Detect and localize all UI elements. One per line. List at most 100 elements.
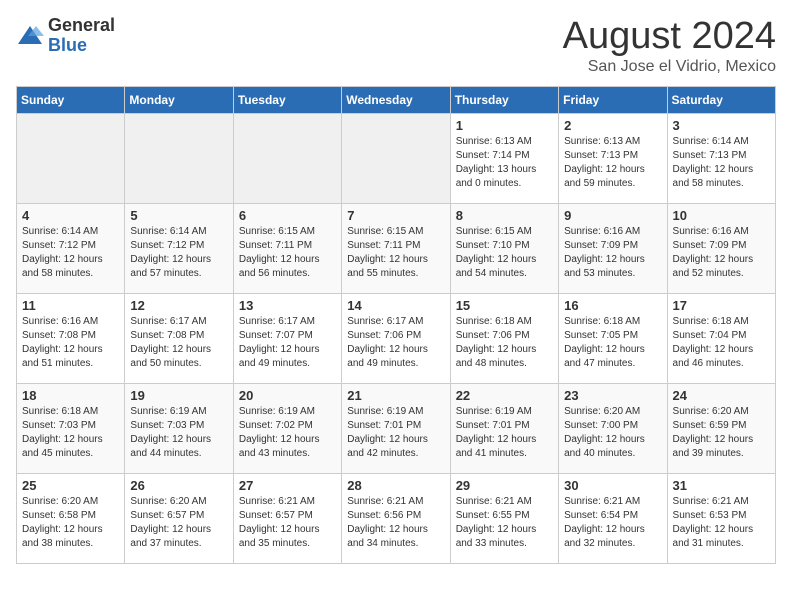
day-info: Sunrise: 6:19 AM Sunset: 7:03 PM Dayligh… [130, 405, 227, 461]
day-number: 9 [564, 208, 661, 223]
calendar-cell: 13 Sunrise: 6:17 AM Sunset: 7:07 PM Dayli… [233, 293, 341, 383]
day-number: 5 [130, 208, 227, 223]
calendar-cell: 22Sunrise: 6:19 AM Sunset: 7:01 PM Dayli… [450, 383, 558, 473]
calendar-cell: 30 Sunrise: 6:21 AM Sunset: 6:54 PM Dayli… [559, 473, 667, 563]
day-info: Sunrise: 6:13 AM Sunset: 7:13 PM Dayligh… [564, 135, 661, 191]
day-number: 2 [564, 118, 661, 133]
calendar-table: SundayMondayTuesdayWednesdayThursdayFrid… [16, 86, 776, 564]
calendar-cell: 12 Sunrise: 6:17 AM Sunset: 7:08 PM Dayli… [125, 293, 233, 383]
day-info: Sunrise: 6:16 AM Sunset: 7:09 PM Dayligh… [673, 225, 770, 281]
day-info: Sunrise: 6:16 AM Sunset: 7:09 PM Dayligh… [564, 225, 661, 281]
calendar-cell: 5 Sunrise: 6:14 AM Sunset: 7:12 PM Daylig… [125, 203, 233, 293]
day-number: 1 [456, 118, 553, 133]
calendar-week-row-2: 4 Sunrise: 6:14 AM Sunset: 7:12 PM Daylig… [17, 203, 776, 293]
day-number: 12 [130, 298, 227, 313]
day-info: Sunrise: 6:19 AM Sunset: 7:01 PM Dayligh… [456, 405, 553, 461]
calendar-cell: 31 Sunrise: 6:21 AM Sunset: 6:53 PM Dayli… [667, 473, 775, 563]
calendar-cell: 6 Sunrise: 6:15 AM Sunset: 7:11 PM Daylig… [233, 203, 341, 293]
calendar-cell: 29 Sunrise: 6:21 AM Sunset: 6:55 PM Dayli… [450, 473, 558, 563]
calendar-cell: 24Sunrise: 6:20 AM Sunset: 6:59 PM Dayli… [667, 383, 775, 473]
calendar-cell: 16 Sunrise: 6:18 AM Sunset: 7:05 PM Dayli… [559, 293, 667, 383]
day-number: 27 [239, 478, 336, 493]
calendar-cell: 4Sunrise: 6:14 AM Sunset: 7:12 PM Daylig… [17, 203, 125, 293]
logo-icon [16, 22, 44, 50]
weekday-header-sunday: Sunday [17, 86, 125, 113]
day-number: 6 [239, 208, 336, 223]
logo-general-text: General [48, 16, 115, 36]
calendar-cell: 26Sunrise: 6:20 AM Sunset: 6:57 PM Dayli… [125, 473, 233, 563]
weekday-header-monday: Monday [125, 86, 233, 113]
calendar-cell: 11 Sunrise: 6:16 AM Sunset: 7:08 PM Dayli… [17, 293, 125, 383]
day-number: 11 [22, 298, 119, 313]
day-info: Sunrise: 6:20 AM Sunset: 6:58 PM Dayligh… [22, 495, 119, 551]
day-number: 16 [564, 298, 661, 313]
calendar-cell: 3 Sunrise: 6:14 AM Sunset: 7:13 PM Daylig… [667, 113, 775, 203]
day-info: Sunrise: 6:15 AM Sunset: 7:10 PM Dayligh… [456, 225, 553, 281]
day-info: Sunrise: 6:18 AM Sunset: 7:05 PM Dayligh… [564, 315, 661, 371]
location-subtitle: San Jose el Vidrio, Mexico [563, 58, 776, 76]
calendar-cell: 10 Sunrise: 6:16 AM Sunset: 7:09 PM Dayli… [667, 203, 775, 293]
weekday-header-tuesday: Tuesday [233, 86, 341, 113]
day-info: Sunrise: 6:17 AM Sunset: 7:08 PM Dayligh… [130, 315, 227, 371]
day-number: 29 [456, 478, 553, 493]
calendar-cell: 9 Sunrise: 6:16 AM Sunset: 7:09 PM Daylig… [559, 203, 667, 293]
calendar-cell: 14 Sunrise: 6:17 AM Sunset: 7:06 PM Dayli… [342, 293, 450, 383]
calendar-cell: 18Sunrise: 6:18 AM Sunset: 7:03 PM Dayli… [17, 383, 125, 473]
day-info: Sunrise: 6:21 AM Sunset: 6:55 PM Dayligh… [456, 495, 553, 551]
calendar-cell: 21Sunrise: 6:19 AM Sunset: 7:01 PM Dayli… [342, 383, 450, 473]
day-info: Sunrise: 6:16 AM Sunset: 7:08 PM Dayligh… [22, 315, 119, 371]
weekday-header-row: SundayMondayTuesdayWednesdayThursdayFrid… [17, 86, 776, 113]
calendar-cell: 27 Sunrise: 6:21 AM Sunset: 6:57 PM Dayli… [233, 473, 341, 563]
day-number: 10 [673, 208, 770, 223]
day-info: Sunrise: 6:20 AM Sunset: 6:59 PM Dayligh… [673, 405, 770, 461]
day-number: 8 [456, 208, 553, 223]
day-info: Sunrise: 6:17 AM Sunset: 7:07 PM Dayligh… [239, 315, 336, 371]
title-block: August 2024 San Jose el Vidrio, Mexico [563, 16, 776, 76]
day-info: Sunrise: 6:18 AM Sunset: 7:06 PM Dayligh… [456, 315, 553, 371]
day-number: 30 [564, 478, 661, 493]
calendar-cell: 28Sunrise: 6:21 AM Sunset: 6:56 PM Dayli… [342, 473, 450, 563]
day-info: Sunrise: 6:14 AM Sunset: 7:12 PM Dayligh… [130, 225, 227, 281]
calendar-week-row-1: 1 Sunrise: 6:13 AM Sunset: 7:14 PM Daylig… [17, 113, 776, 203]
day-number: 14 [347, 298, 444, 313]
day-number: 4 [22, 208, 119, 223]
weekday-header-friday: Friday [559, 86, 667, 113]
calendar-week-row-5: 25 Sunrise: 6:20 AM Sunset: 6:58 PM Dayli… [17, 473, 776, 563]
day-info: Sunrise: 6:17 AM Sunset: 7:06 PM Dayligh… [347, 315, 444, 371]
day-number: 31 [673, 478, 770, 493]
day-number: 28 [347, 478, 444, 493]
calendar-cell: 25 Sunrise: 6:20 AM Sunset: 6:58 PM Dayli… [17, 473, 125, 563]
day-info: Sunrise: 6:13 AM Sunset: 7:14 PM Dayligh… [456, 135, 553, 191]
day-info: Sunrise: 6:21 AM Sunset: 6:57 PM Dayligh… [239, 495, 336, 551]
logo: General Blue [16, 16, 115, 56]
day-number: 17 [673, 298, 770, 313]
day-info: Sunrise: 6:15 AM Sunset: 7:11 PM Dayligh… [347, 225, 444, 281]
day-number: 7 [347, 208, 444, 223]
day-number: 3 [673, 118, 770, 133]
calendar-cell: 23Sunrise: 6:20 AM Sunset: 7:00 PM Dayli… [559, 383, 667, 473]
day-info: Sunrise: 6:20 AM Sunset: 7:00 PM Dayligh… [564, 405, 661, 461]
month-title: August 2024 [563, 16, 776, 58]
calendar-body: 1 Sunrise: 6:13 AM Sunset: 7:14 PM Daylig… [17, 113, 776, 563]
day-number: 13 [239, 298, 336, 313]
day-info: Sunrise: 6:21 AM Sunset: 6:54 PM Dayligh… [564, 495, 661, 551]
calendar-cell [17, 113, 125, 203]
day-info: Sunrise: 6:21 AM Sunset: 6:53 PM Dayligh… [673, 495, 770, 551]
calendar-cell: 1 Sunrise: 6:13 AM Sunset: 7:14 PM Daylig… [450, 113, 558, 203]
calendar-week-row-3: 11 Sunrise: 6:16 AM Sunset: 7:08 PM Dayli… [17, 293, 776, 383]
calendar-cell: 7 Sunrise: 6:15 AM Sunset: 7:11 PM Daylig… [342, 203, 450, 293]
day-number: 19 [130, 388, 227, 403]
calendar-cell: 2 Sunrise: 6:13 AM Sunset: 7:13 PM Daylig… [559, 113, 667, 203]
day-info: Sunrise: 6:15 AM Sunset: 7:11 PM Dayligh… [239, 225, 336, 281]
day-info: Sunrise: 6:14 AM Sunset: 7:13 PM Dayligh… [673, 135, 770, 191]
day-number: 26 [130, 478, 227, 493]
calendar-cell [233, 113, 341, 203]
page-header: General Blue August 2024 San Jose el Vid… [16, 16, 776, 76]
day-number: 15 [456, 298, 553, 313]
day-number: 25 [22, 478, 119, 493]
logo-text: General Blue [48, 16, 115, 56]
logo-blue-text: Blue [48, 36, 115, 56]
day-info: Sunrise: 6:19 AM Sunset: 7:02 PM Dayligh… [239, 405, 336, 461]
day-info: Sunrise: 6:18 AM Sunset: 7:03 PM Dayligh… [22, 405, 119, 461]
calendar-cell: 20Sunrise: 6:19 AM Sunset: 7:02 PM Dayli… [233, 383, 341, 473]
